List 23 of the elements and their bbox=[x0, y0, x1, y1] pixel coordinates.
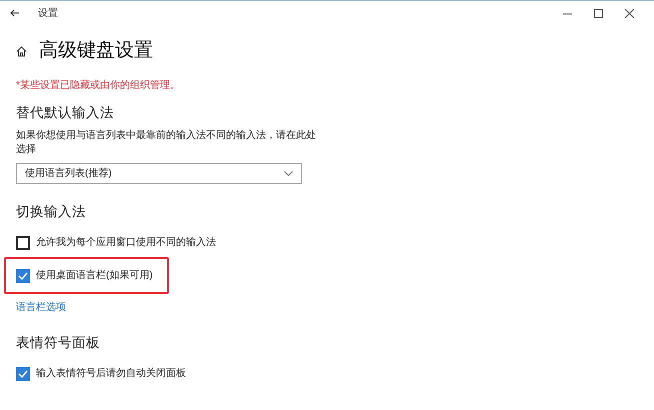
checkmark-icon bbox=[18, 370, 28, 378]
section-heading: 表情符号面板 bbox=[16, 334, 101, 352]
checkbox-label: 输入表情符号后请勿自动关闭面板 bbox=[36, 366, 186, 382]
back-arrow-icon[interactable] bbox=[10, 9, 20, 17]
window-title: 设置 bbox=[38, 6, 58, 20]
checkbox[interactable] bbox=[16, 268, 30, 282]
checkbox[interactable] bbox=[16, 366, 30, 381]
language-bar-options-link[interactable]: 语言栏选项 bbox=[16, 300, 66, 315]
input-method-dropdown[interactable]: 使用语言列表(推荐) bbox=[16, 162, 302, 184]
checkbox[interactable] bbox=[16, 236, 30, 250]
description-text: 如果你想使用与语言列表中最靠前的输入法不同的输入法，请在此处选择 bbox=[16, 128, 316, 157]
section-heading: 切换输入法 bbox=[16, 202, 87, 221]
maximize-icon[interactable] bbox=[594, 8, 603, 18]
checkbox-label: 使用桌面语言栏(如果可用) bbox=[36, 268, 153, 283]
close-icon[interactable] bbox=[625, 8, 634, 18]
section-heading: 替代默认输入法 bbox=[16, 104, 115, 122]
managed-notice: *某些设置已隐藏或由你的组织管理。 bbox=[16, 78, 181, 92]
checkbox-label: 允许我为每个应用窗口使用不同的输入法 bbox=[36, 236, 216, 250]
dropdown-value: 使用语言列表(推荐) bbox=[25, 166, 112, 181]
page-title: 高级键盘设置 bbox=[39, 39, 153, 63]
chevron-down-icon bbox=[284, 170, 293, 176]
home-icon[interactable] bbox=[16, 46, 27, 57]
checkmark-icon bbox=[18, 272, 28, 280]
